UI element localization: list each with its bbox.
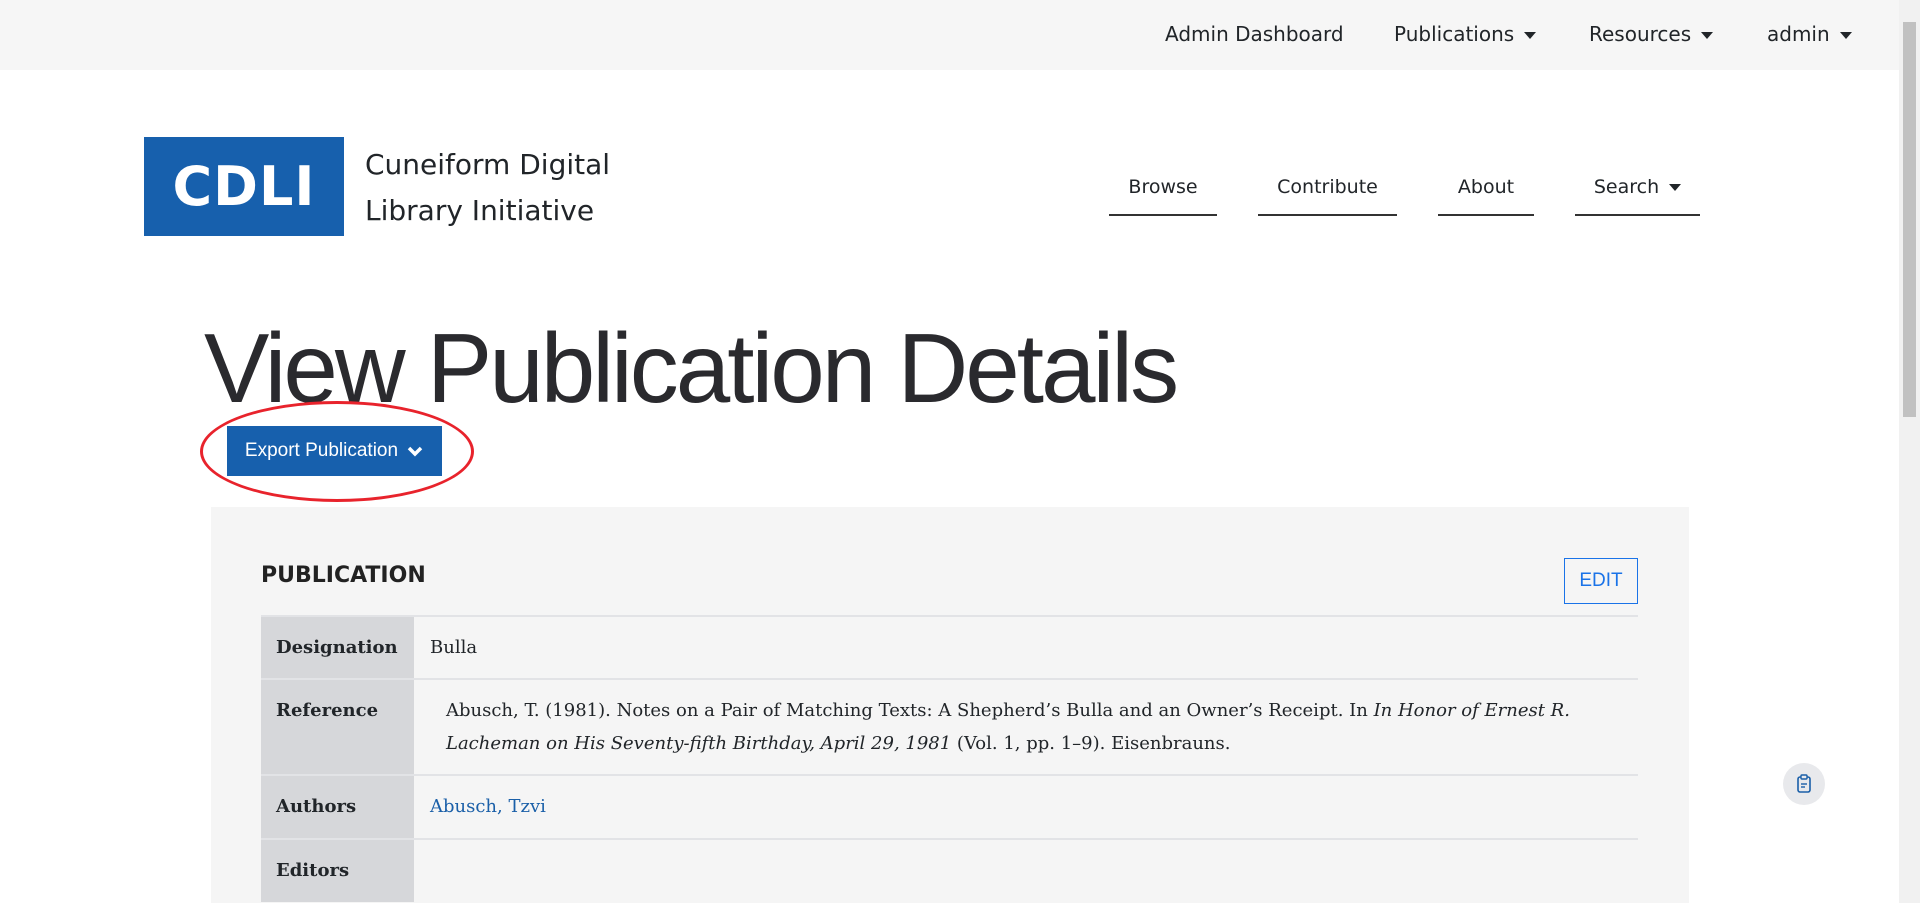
section-heading: PUBLICATION (261, 563, 426, 588)
reference-text-end: (Vol. 1, pp. 1–9). Eisenbrauns. (951, 733, 1231, 754)
nav-about[interactable]: About (1438, 176, 1534, 216)
publication-table: Designation Bulla Reference Abusch, T. (19… (261, 615, 1638, 902)
clipboard-button[interactable] (1783, 763, 1825, 805)
caret-down-icon (1839, 32, 1852, 39)
table-row: Reference Abusch, T. (1981). Notes on a P… (261, 678, 1638, 775)
resources-dropdown[interactable]: Resources (1589, 22, 1714, 46)
admin-label: admin (1767, 22, 1830, 46)
scrollbar[interactable] (1899, 0, 1920, 903)
edit-button[interactable]: EDIT (1564, 558, 1638, 604)
designation-value: Bulla (414, 615, 1638, 679)
caret-down-icon (1669, 184, 1682, 191)
resources-label: Resources (1589, 22, 1692, 46)
top-navbar: Admin Dashboard Publications Resources a… (0, 0, 1899, 70)
row-label: Reference (261, 678, 414, 775)
caret-down-icon (1701, 32, 1714, 39)
caret-down-icon (1524, 32, 1537, 39)
admin-dashboard-link[interactable]: Admin Dashboard (1165, 22, 1344, 46)
cdli-logo[interactable]: CDLI (144, 137, 344, 236)
reference-text: Abusch, T. (1981). Notes on a Pair of Ma… (446, 700, 1374, 721)
table-row: Authors Abusch, Tzvi (261, 774, 1638, 839)
editors-value (414, 838, 1638, 902)
nav-search-label: Search (1593, 176, 1660, 198)
nav-contribute[interactable]: Contribute (1258, 176, 1397, 216)
nav-search[interactable]: Search (1575, 176, 1700, 216)
row-label: Designation (261, 615, 414, 679)
site-name-line1: Cuneiform Digital (365, 148, 611, 181)
table-row: Editors (261, 838, 1638, 902)
admin-dropdown[interactable]: admin (1767, 22, 1852, 46)
row-label: Authors (261, 774, 414, 839)
scrollbar-thumb[interactable] (1903, 22, 1916, 417)
reference-value: Abusch, T. (1981). Notes on a Pair of Ma… (414, 678, 1638, 775)
author-link[interactable]: Abusch, Tzvi (430, 796, 546, 817)
nav-browse[interactable]: Browse (1109, 176, 1217, 216)
site-name-line2: Library Initiative (365, 194, 595, 227)
row-label: Editors (261, 838, 414, 902)
publications-dropdown[interactable]: Publications (1394, 22, 1537, 46)
site-name[interactable]: Cuneiform Digital Library Initiative (365, 142, 610, 234)
highlight-annotation (200, 401, 474, 502)
clipboard-icon (1797, 774, 1811, 793)
publications-label: Publications (1394, 22, 1515, 46)
table-row: Designation Bulla (261, 615, 1638, 679)
